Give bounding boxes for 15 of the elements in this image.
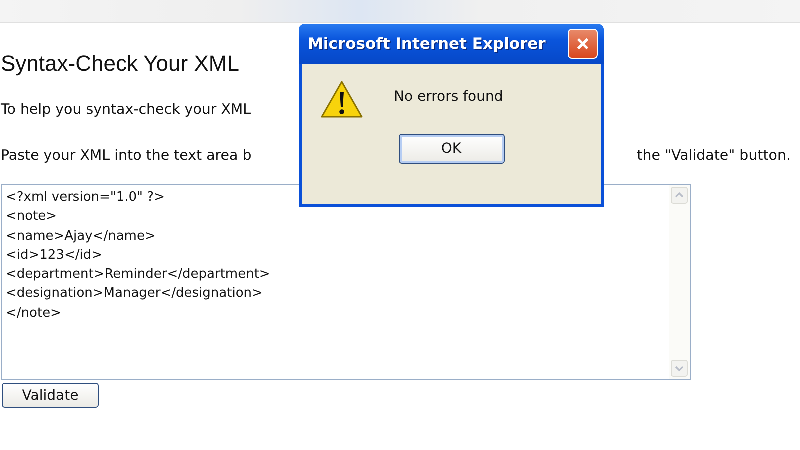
dialog-title: Microsoft Internet Explorer bbox=[308, 35, 546, 53]
close-button[interactable] bbox=[568, 29, 598, 59]
close-icon bbox=[576, 37, 590, 51]
scrollbar[interactable] bbox=[669, 185, 690, 379]
validate-button[interactable]: Validate bbox=[2, 383, 99, 408]
scroll-up-icon[interactable] bbox=[671, 187, 688, 204]
ok-button[interactable]: OK bbox=[398, 134, 504, 164]
xml-text-area[interactable]: <?xml version="1.0" ?> <note> <name>Ajay</name> <id>123</id> <department>Reminder</department> <designation>Manager</designation> </note> bbox=[1, 184, 691, 380]
paragraph-text: the "Validate" button. bbox=[637, 147, 791, 166]
paragraph-text: To help you syntax-check your XML bbox=[1, 101, 252, 120]
dialog-message: No errors found bbox=[394, 89, 504, 105]
warning-icon bbox=[320, 80, 364, 120]
page-heading: Syntax-Check Your XML bbox=[1, 51, 240, 77]
scroll-down-icon[interactable] bbox=[671, 360, 688, 377]
paragraph-text: Paste your XML into the text area b bbox=[1, 147, 252, 166]
